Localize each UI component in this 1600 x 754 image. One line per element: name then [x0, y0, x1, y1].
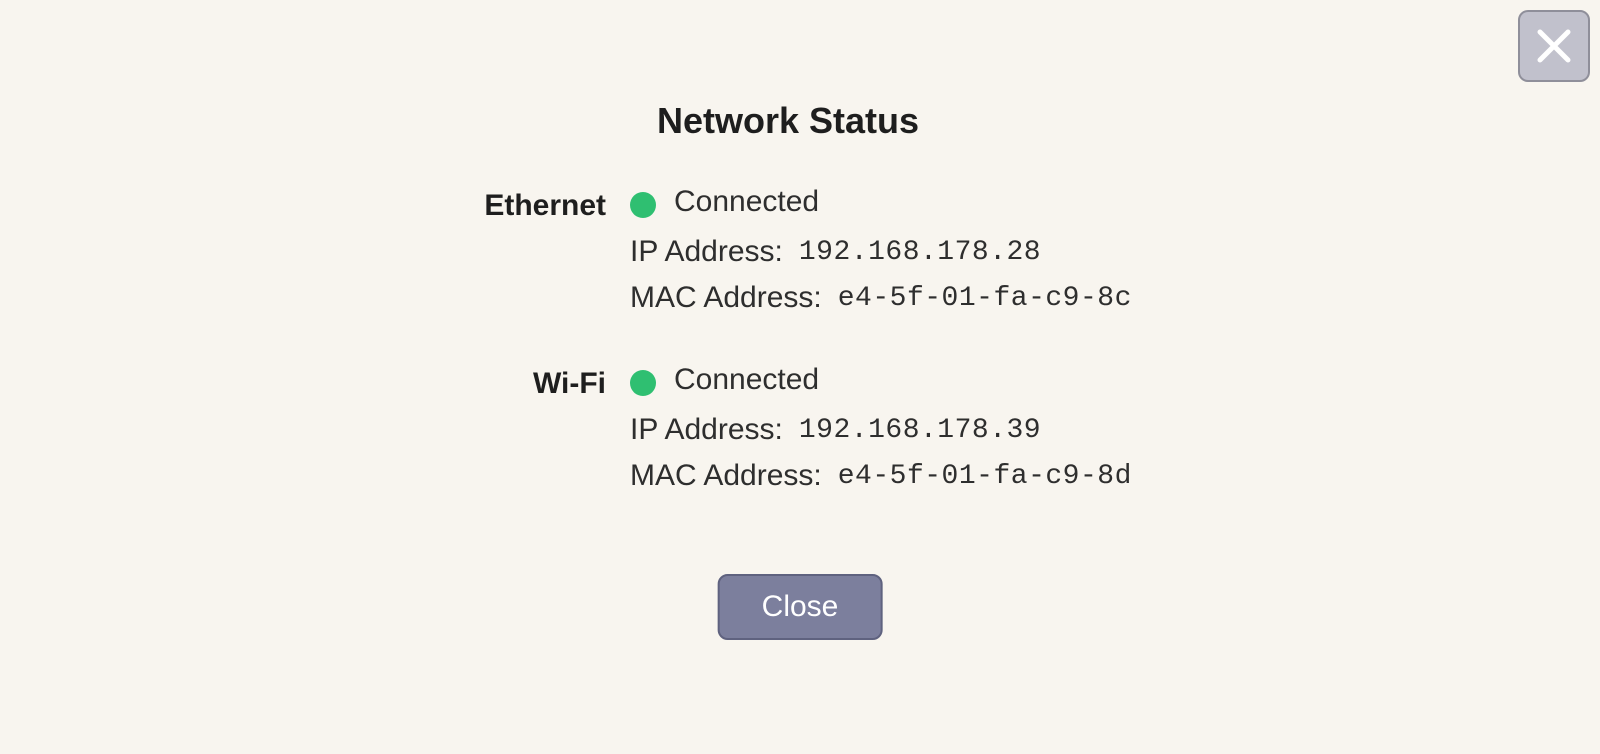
close-button[interactable]: Close: [718, 574, 883, 640]
status-dot-icon: [630, 192, 656, 218]
ip-address-value-wifi: 192.168.178.39: [799, 415, 1041, 446]
interface-block-wifi: Wi-Fi Connected IP Address: 192.168.178.…: [0, 363, 1600, 493]
mac-address-value-ethernet: e4-5f-01-fa-c9-8c: [838, 283, 1132, 314]
ip-address-label: IP Address:: [630, 235, 783, 269]
close-icon: [1534, 26, 1574, 66]
network-status-content: Ethernet Connected IP Address: 192.168.1…: [0, 185, 1600, 541]
ip-address-value-ethernet: 192.168.178.28: [799, 237, 1041, 268]
close-icon-button[interactable]: [1518, 10, 1590, 82]
mac-address-value-wifi: e4-5f-01-fa-c9-8d: [838, 461, 1132, 492]
mac-address-label: MAC Address:: [630, 459, 822, 493]
interface-status-ethernet: Connected: [674, 185, 819, 219]
interface-status-wifi: Connected: [674, 363, 819, 397]
interface-name-wifi: Wi-Fi: [0, 367, 630, 401]
interface-name-ethernet: Ethernet: [0, 189, 630, 223]
ip-address-label: IP Address:: [630, 413, 783, 447]
dialog-title: Network Status: [657, 100, 919, 142]
status-dot-icon: [630, 370, 656, 396]
interface-block-ethernet: Ethernet Connected IP Address: 192.168.1…: [0, 185, 1600, 315]
mac-address-label: MAC Address:: [630, 281, 822, 315]
